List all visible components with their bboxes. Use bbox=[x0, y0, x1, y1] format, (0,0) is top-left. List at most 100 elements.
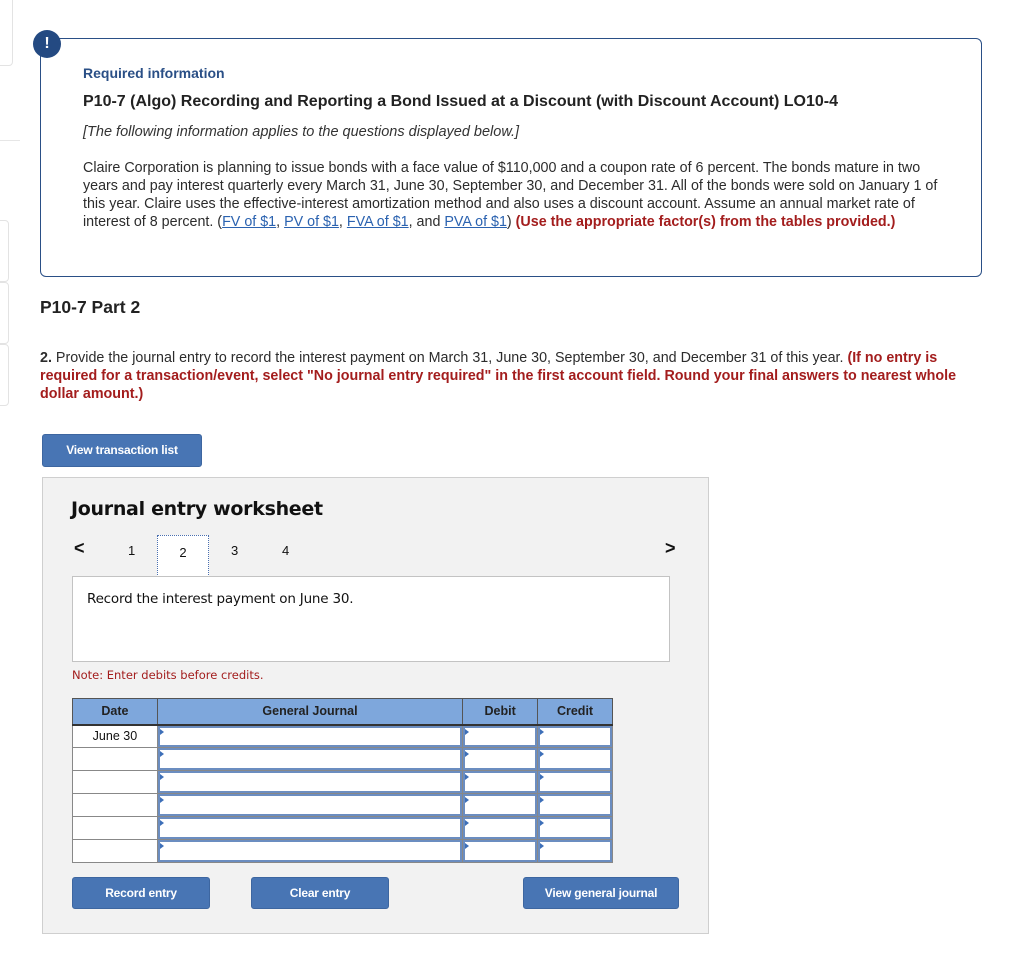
date-cell bbox=[72, 770, 158, 794]
credit-cell bbox=[537, 724, 613, 748]
account-cell bbox=[156, 747, 464, 771]
question-body: Provide the journal entry to record the … bbox=[51, 350, 848, 366]
account-input[interactable] bbox=[157, 771, 463, 793]
account-input[interactable] bbox=[157, 725, 463, 747]
input-indicator-icon bbox=[465, 751, 470, 757]
debit-cell bbox=[462, 816, 539, 840]
dropdown-indicator-icon bbox=[159, 820, 164, 826]
date-cell bbox=[72, 793, 158, 817]
link-fv-of-1[interactable]: FV of $1 bbox=[222, 214, 276, 230]
debit-cell bbox=[462, 839, 539, 863]
input-indicator-icon bbox=[465, 728, 470, 735]
credit-cell bbox=[537, 770, 613, 794]
transaction-description-box bbox=[72, 576, 670, 662]
sidebar-divider bbox=[0, 140, 20, 141]
header-general-journal: General Journal bbox=[156, 698, 464, 726]
debit-cell bbox=[462, 770, 539, 794]
input-indicator-icon bbox=[465, 774, 470, 780]
sidebar-panel-mid bbox=[0, 220, 9, 282]
dropdown-indicator-icon bbox=[159, 797, 164, 803]
link-fva-of-1[interactable]: FVA of $1 bbox=[347, 214, 409, 230]
problem-title: P10-7 (Algo) Recording and Reporting a B… bbox=[83, 93, 839, 110]
table-row bbox=[72, 770, 613, 794]
input-indicator-icon bbox=[540, 843, 545, 849]
debit-input[interactable] bbox=[463, 794, 538, 816]
input-indicator-icon bbox=[540, 774, 545, 780]
header-date: Date bbox=[72, 698, 158, 726]
date-cell: June 30 bbox=[72, 724, 158, 748]
account-input[interactable] bbox=[157, 794, 463, 816]
debit-input[interactable] bbox=[463, 817, 538, 839]
credit-input[interactable] bbox=[538, 748, 612, 770]
question-number: 2. bbox=[40, 350, 52, 366]
debit-input[interactable] bbox=[463, 725, 538, 747]
dropdown-indicator-icon bbox=[159, 843, 164, 849]
view-general-journal-button[interactable]: View general journal bbox=[523, 877, 679, 909]
dropdown-indicator-icon bbox=[159, 728, 164, 735]
debit-cell bbox=[462, 724, 539, 748]
header-debit: Debit bbox=[462, 698, 539, 726]
debit-cell bbox=[462, 747, 539, 771]
account-cell bbox=[156, 816, 464, 840]
credit-input[interactable] bbox=[538, 817, 612, 839]
clear-entry-button[interactable]: Clear entry bbox=[251, 877, 389, 909]
table-row: June 30 bbox=[72, 724, 613, 748]
input-indicator-icon bbox=[465, 843, 470, 849]
required-information-heading: Required information bbox=[83, 65, 225, 81]
credit-input[interactable] bbox=[538, 725, 612, 747]
view-transaction-list-button[interactable]: View transaction list bbox=[42, 434, 202, 467]
dropdown-indicator-icon bbox=[159, 774, 164, 780]
part-title: P10-7 Part 2 bbox=[40, 297, 141, 317]
link-pv-of-1[interactable]: PV of $1 bbox=[284, 214, 339, 230]
dropdown-indicator-icon bbox=[159, 751, 164, 757]
header-credit: Credit bbox=[537, 698, 613, 726]
input-indicator-icon bbox=[540, 820, 545, 826]
debit-credit-note: Note: Enter debits before credits. bbox=[72, 668, 264, 682]
account-input[interactable] bbox=[157, 748, 463, 770]
table-row bbox=[72, 816, 613, 840]
credit-input[interactable] bbox=[538, 794, 612, 816]
journal-header-row: Date General Journal Debit Credit bbox=[72, 698, 613, 726]
input-indicator-icon bbox=[540, 751, 545, 757]
input-indicator-icon bbox=[540, 797, 545, 803]
debit-input[interactable] bbox=[463, 840, 538, 862]
worksheet-page-3[interactable]: 3 bbox=[231, 543, 238, 558]
sidebar-panel-top bbox=[0, 0, 13, 66]
account-input[interactable] bbox=[157, 817, 463, 839]
worksheet-page-2-active[interactable]: 2 bbox=[157, 535, 209, 577]
debit-input[interactable] bbox=[463, 748, 538, 770]
sidebar-panel-low bbox=[0, 282, 9, 344]
separator: , bbox=[276, 214, 285, 230]
chevron-left-icon[interactable]: < bbox=[74, 538, 85, 559]
date-cell bbox=[72, 816, 158, 840]
account-input[interactable] bbox=[157, 840, 463, 862]
separator: , and bbox=[408, 214, 445, 230]
applies-note: [The following information applies to th… bbox=[83, 124, 520, 140]
credit-cell bbox=[537, 839, 613, 863]
sidebar-panel-bottom bbox=[0, 344, 9, 406]
input-indicator-icon bbox=[540, 728, 545, 735]
link-pva-of-1[interactable]: PVA of $1 bbox=[444, 214, 507, 230]
transaction-description: Record the interest payment on June 30. bbox=[87, 591, 354, 607]
worksheet-page-4[interactable]: 4 bbox=[282, 543, 289, 558]
table-row bbox=[72, 747, 613, 771]
worksheet-title: Journal entry worksheet bbox=[71, 498, 323, 520]
date-cell bbox=[72, 839, 158, 863]
worksheet-page-1[interactable]: 1 bbox=[128, 543, 135, 558]
account-cell bbox=[156, 793, 464, 817]
credit-cell bbox=[537, 816, 613, 840]
debit-cell bbox=[462, 793, 539, 817]
credit-cell bbox=[537, 747, 613, 771]
credit-input[interactable] bbox=[538, 771, 612, 793]
input-indicator-icon bbox=[465, 820, 470, 826]
credit-input[interactable] bbox=[538, 840, 612, 862]
account-cell bbox=[156, 724, 464, 748]
journal-entry-table: Date General Journal Debit Credit June 3… bbox=[72, 698, 613, 863]
question-text: 2. Provide the journal entry to record t… bbox=[40, 349, 980, 403]
debit-input[interactable] bbox=[463, 771, 538, 793]
record-entry-button[interactable]: Record entry bbox=[72, 877, 210, 909]
date-cell bbox=[72, 747, 158, 771]
chevron-right-icon[interactable]: > bbox=[665, 538, 676, 559]
table-row bbox=[72, 793, 613, 817]
alert-icon: ! bbox=[33, 30, 61, 58]
